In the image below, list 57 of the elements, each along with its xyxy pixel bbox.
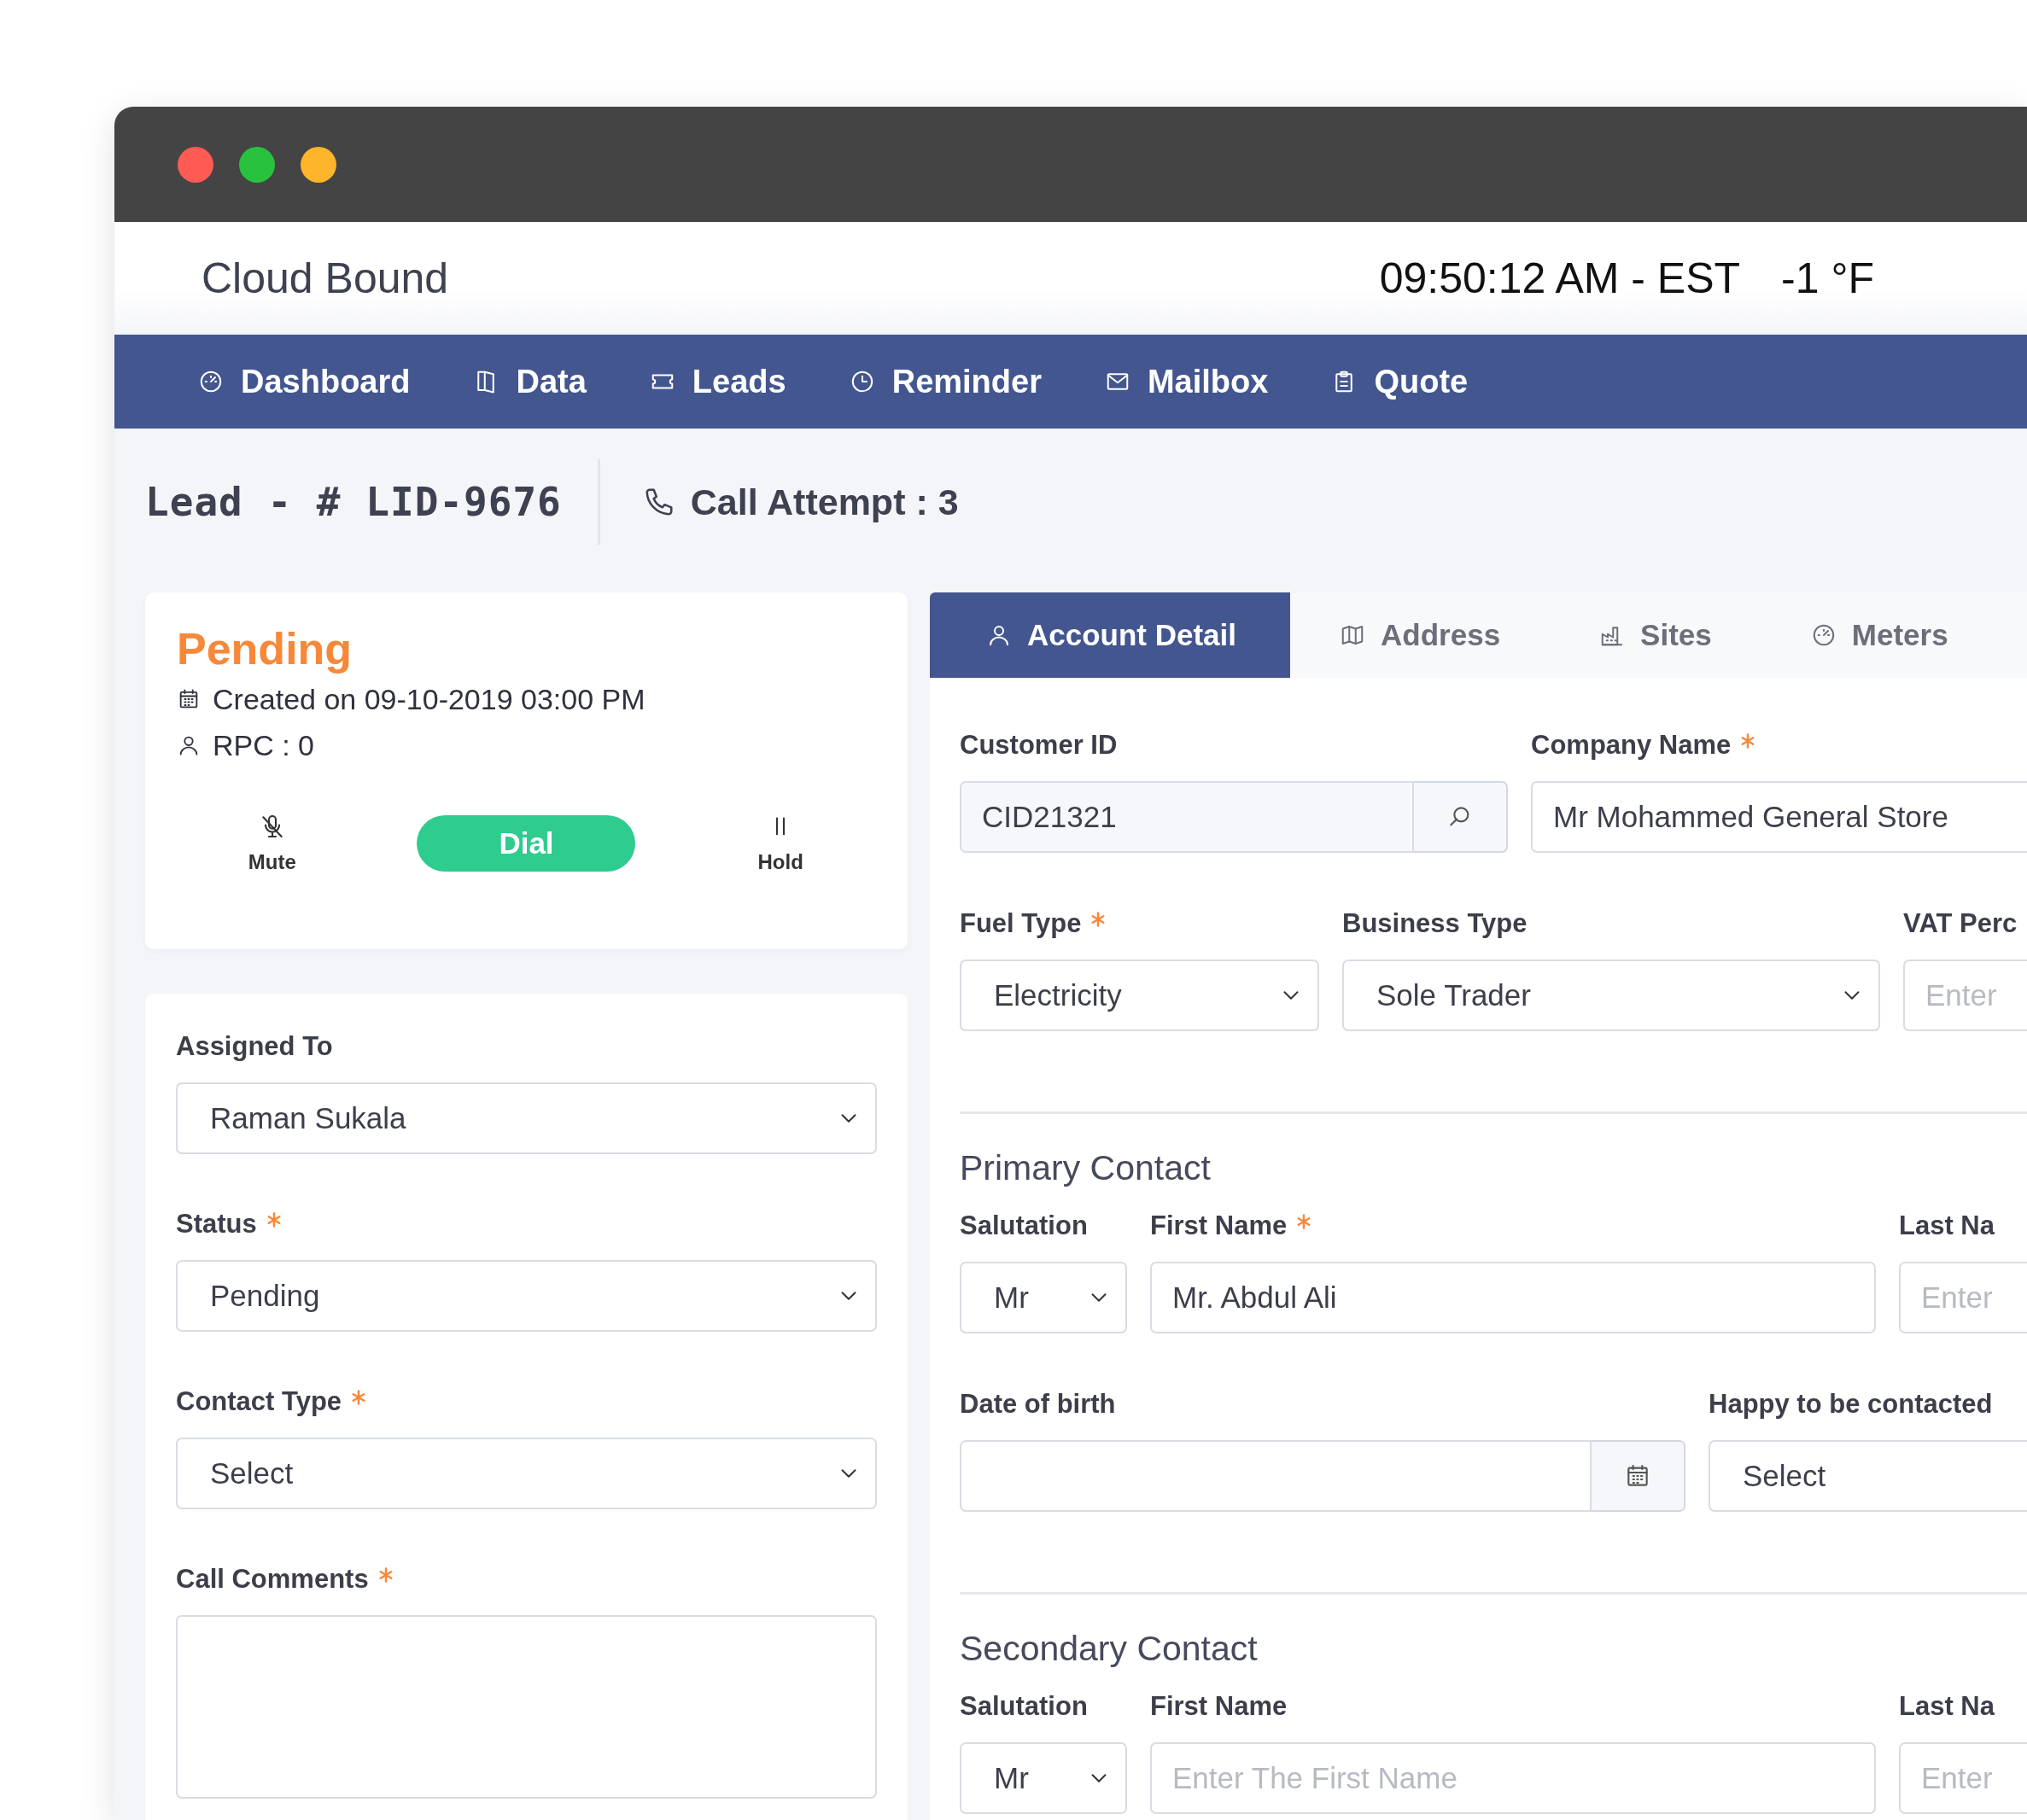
comment-field[interactable] — [176, 1615, 877, 1799]
temperature-text: -1 °F — [1781, 254, 1874, 303]
clock-text: 09:50:12 AM - EST — [1379, 254, 1741, 303]
lead-title: Lead - # LID-9676 — [145, 479, 562, 525]
status-text: Pending — [177, 623, 353, 675]
zoom-button[interactable] — [239, 146, 275, 183]
call-attempt-text: Call Attempt : 3 — [690, 481, 959, 523]
select-field[interactable]: Mr — [960, 1262, 1127, 1333]
input-field[interactable]: Mr. Abdul Ali — [1150, 1262, 1876, 1333]
date-field[interactable] — [960, 1440, 1592, 1512]
select-field[interactable]: Electricity — [960, 960, 1319, 1031]
nav-link[interactable]: Quote — [1321, 354, 1479, 409]
nav-link[interactable]: Leads — [639, 354, 797, 409]
nav-link[interactable]: Data — [463, 354, 597, 409]
select-field[interactable]: Pending — [176, 1260, 877, 1332]
section-heading: Secondary Contact — [960, 1630, 1259, 1667]
minimize-button[interactable] — [301, 146, 336, 183]
field-label: Salutation — [960, 1210, 1088, 1241]
field-label: Fuel Type — [960, 908, 1082, 939]
gauge-icon — [198, 369, 224, 394]
tab[interactable]: Address — [1290, 592, 1551, 678]
field-label: Contact Type — [176, 1386, 342, 1417]
nav-link[interactable]: Dashboard — [188, 354, 421, 409]
field-label: Last Na — [1899, 1210, 1995, 1241]
nav-link[interactable]: Reminder — [838, 354, 1052, 409]
select-field[interactable]: Select — [1709, 1440, 2027, 1512]
input-field[interactable]: CID21321 — [960, 781, 1414, 853]
field-label: Status — [176, 1209, 257, 1240]
section-heading: Primary Contact — [960, 1149, 1212, 1187]
field-label: Salutation — [960, 1691, 1088, 1722]
select-field[interactable]: Mr — [960, 1742, 1127, 1814]
field-label: First Name — [1150, 1210, 1288, 1241]
select-field[interactable]: Sole Trader — [1342, 960, 1880, 1031]
close-button[interactable] — [178, 146, 213, 183]
field-label: Company Name — [1531, 730, 1732, 761]
field-label: Call Comments — [176, 1564, 369, 1595]
field-label: First Name — [1150, 1691, 1288, 1722]
select-field[interactable]: Raman Sukala — [176, 1082, 877, 1154]
tab[interactable]: Meters — [1761, 592, 1998, 678]
field-label: Customer ID — [960, 730, 1118, 761]
app-title: Cloud Bound — [202, 254, 450, 303]
field-label: Date of birth — [960, 1389, 1116, 1420]
field-label: Happy to be contacted — [1709, 1389, 1993, 1420]
select-field[interactable]: Select — [176, 1438, 877, 1509]
tab[interactable]: Sites — [1550, 592, 1761, 678]
field-label: Last Na — [1899, 1691, 1995, 1722]
calendar-button[interactable] — [1592, 1440, 1685, 1512]
created-date-text: Created on 09-10-2019 03:00 PM — [213, 682, 645, 716]
rpc-text: RPC : 0 — [213, 728, 315, 762]
input-field[interactable]: Mr Mohammed General Store — [1531, 781, 2027, 853]
field-label: VAT Perc — [1903, 908, 2018, 939]
tab[interactable]: Account Detail — [930, 592, 1291, 678]
mute-button[interactable]: Mute — [248, 813, 296, 874]
hold-button[interactable]: Hold — [757, 813, 803, 874]
nav-link[interactable]: Mailbox — [1094, 354, 1279, 409]
field-label: Business Type — [1342, 908, 1528, 939]
field-label: Assigned To — [176, 1031, 333, 1062]
